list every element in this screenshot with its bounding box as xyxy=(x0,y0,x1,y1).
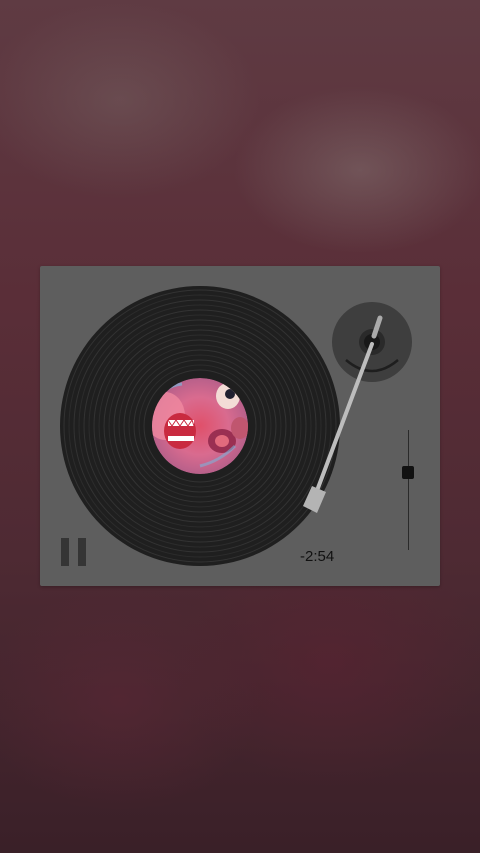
pause-icon xyxy=(61,538,69,566)
volume-slider-track[interactable] xyxy=(408,430,409,550)
time-remaining: -2:54 xyxy=(300,548,335,565)
turntable-deck: -2:54 xyxy=(40,266,440,586)
pause-button[interactable] xyxy=(61,538,87,566)
tonearm-base xyxy=(332,302,412,382)
volume-slider-thumb[interactable] xyxy=(402,466,414,479)
turntable-graphics xyxy=(60,286,412,566)
